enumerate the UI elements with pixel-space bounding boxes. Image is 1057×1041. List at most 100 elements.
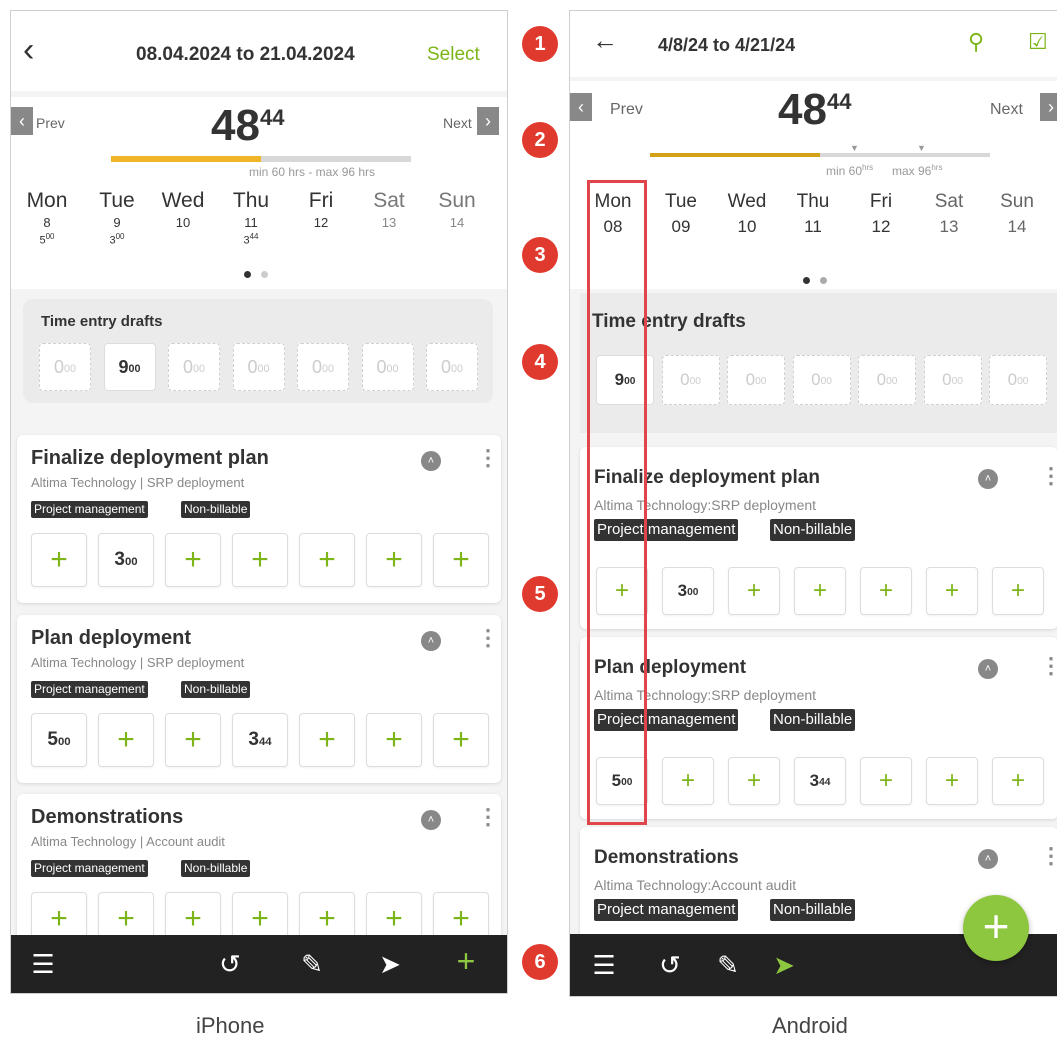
hours-cell[interactable]: 344 (232, 713, 288, 767)
search-icon[interactable]: ⚲ (968, 29, 984, 55)
prev-label[interactable]: Prev (36, 115, 65, 131)
task-card[interactable]: Plan deployment Altima Technology:SRP dep… (580, 637, 1057, 819)
draft-cell[interactable]: 000 (39, 343, 91, 391)
add-hours-button[interactable]: + (992, 567, 1044, 615)
add-fab-button[interactable]: + (963, 895, 1029, 961)
add-hours-button[interactable]: + (992, 757, 1044, 805)
day-column-sat[interactable]: Sat 13 (920, 191, 978, 237)
more-options-icon[interactable]: ⋮ (477, 625, 499, 651)
draft-cell[interactable]: 000 (858, 355, 916, 405)
select-button[interactable]: Select (427, 44, 480, 66)
page-dot-active[interactable] (803, 277, 810, 284)
edit-pencil-icon[interactable]: ✎ (295, 949, 329, 980)
day-column-tue[interactable]: Tue 9 300 (85, 189, 149, 247)
add-hours-button[interactable]: + (728, 567, 780, 615)
next-label[interactable]: Next (990, 101, 1023, 119)
prev-arrow-icon[interactable]: ‹ (11, 107, 33, 135)
add-hours-button[interactable]: + (860, 757, 912, 805)
draft-cell[interactable]: 000 (168, 343, 220, 391)
prev-arrow-icon[interactable]: ‹ (570, 93, 592, 121)
add-hours-button[interactable]: + (728, 757, 780, 805)
collapse-chevron-icon[interactable]: ˄ (421, 631, 441, 651)
collapse-chevron-icon[interactable]: ˄ (978, 849, 998, 869)
menu-icon[interactable]: ☰ (27, 949, 59, 980)
add-hours-button[interactable]: + (98, 713, 154, 767)
more-options-icon[interactable]: ⋮ (1040, 843, 1057, 869)
draft-cell[interactable]: 000 (297, 343, 349, 391)
hours-cell[interactable]: 500 (31, 713, 87, 767)
more-options-icon[interactable]: ⋮ (477, 445, 499, 471)
add-hours-button[interactable]: + (31, 533, 87, 587)
add-hours-button[interactable]: + (926, 567, 978, 615)
draft-cell[interactable]: 900 (103, 343, 156, 391)
page-dot-active[interactable] (244, 271, 251, 278)
task-card[interactable]: Plan deployment Altima Technology | SRP d… (17, 615, 501, 783)
collapse-chevron-icon[interactable]: ˄ (421, 451, 441, 471)
history-icon[interactable]: ↺ (213, 949, 247, 980)
page-dot[interactable] (820, 277, 827, 284)
day-column-wed[interactable]: Wed 10 (718, 191, 776, 237)
add-hours-button[interactable]: + (794, 567, 846, 615)
prev-label[interactable]: Prev (610, 101, 643, 119)
send-icon[interactable]: ➤ (768, 950, 800, 981)
draft-cell[interactable]: 000 (361, 343, 414, 391)
add-hours-button[interactable]: + (926, 757, 978, 805)
task-card[interactable]: Demonstrations Altima Technology | Accoun… (17, 794, 501, 954)
draft-cell[interactable]: 000 (923, 355, 982, 405)
add-hours-button[interactable]: + (662, 757, 714, 805)
draft-minutes: 00 (322, 363, 335, 375)
add-hours-button[interactable]: + (433, 533, 489, 587)
next-arrow-icon[interactable]: › (1040, 93, 1057, 121)
page-dot[interactable] (261, 271, 268, 278)
edit-pencil-icon[interactable]: ✎ (712, 950, 744, 981)
task-card[interactable]: Finalize deployment plan Altima Technolog… (17, 435, 501, 603)
add-hours-button[interactable]: + (860, 567, 912, 615)
day-date: 13 (939, 217, 959, 236)
add-hours-button[interactable]: + (366, 533, 422, 587)
callout-marker-1: 1 (522, 26, 558, 62)
day-column-thu[interactable]: Thu 11 (784, 191, 842, 237)
draft-cell[interactable]: 000 (989, 355, 1047, 405)
day-column-tue[interactable]: Tue 09 (652, 191, 710, 237)
add-hours-button[interactable]: + (433, 713, 489, 767)
history-icon[interactable]: ↺ (654, 950, 686, 981)
more-options-icon[interactable]: ⋮ (1040, 653, 1057, 679)
add-hours-button[interactable]: + (299, 713, 355, 767)
task-card[interactable]: Finalize deployment plan Altima Technolog… (580, 447, 1057, 629)
send-icon[interactable]: ➤ (373, 949, 407, 980)
add-icon[interactable]: + (449, 943, 483, 980)
select-check-icon[interactable]: ☑ (1028, 29, 1048, 55)
add-hours-button[interactable]: + (299, 533, 355, 587)
day-column-thu[interactable]: Thu 11 344 (219, 189, 283, 247)
day-column-fri[interactable]: Fri 12 (852, 191, 910, 237)
hours-cell[interactable]: 300 (662, 567, 714, 615)
back-arrow-icon[interactable]: ‹ (23, 31, 34, 70)
cell-hours: 3 (248, 729, 259, 750)
more-options-icon[interactable]: ⋮ (1040, 463, 1057, 489)
day-column-wed[interactable]: Wed 10 (151, 189, 215, 230)
draft-cell[interactable]: 000 (426, 343, 478, 391)
day-column-sun[interactable]: Sun 14 (425, 189, 489, 230)
day-column-fri[interactable]: Fri 12 (289, 189, 353, 230)
more-options-icon[interactable]: ⋮ (477, 804, 499, 830)
add-hours-button[interactable]: + (232, 533, 288, 587)
next-arrow-icon[interactable]: › (477, 107, 499, 135)
collapse-chevron-icon[interactable]: ˄ (421, 810, 441, 830)
draft-cell[interactable]: 000 (661, 355, 720, 405)
draft-cell[interactable]: 000 (727, 355, 785, 405)
day-column-mon[interactable]: Mon 8 500 (15, 189, 79, 247)
day-column-sat[interactable]: Sat 13 (357, 189, 421, 230)
draft-cell[interactable]: 000 (232, 343, 285, 391)
draft-cell[interactable]: 000 (792, 355, 851, 405)
back-arrow-icon[interactable]: ← (592, 25, 618, 56)
add-hours-button[interactable]: + (165, 533, 221, 587)
collapse-chevron-icon[interactable]: ˄ (978, 469, 998, 489)
hours-cell[interactable]: 300 (98, 533, 154, 587)
hours-cell[interactable]: 344 (794, 757, 846, 805)
next-label[interactable]: Next (443, 115, 472, 131)
collapse-chevron-icon[interactable]: ˄ (978, 659, 998, 679)
add-hours-button[interactable]: + (165, 713, 221, 767)
day-column-sun[interactable]: Sun 14 (988, 191, 1046, 237)
menu-icon[interactable]: ☰ (588, 950, 620, 981)
add-hours-button[interactable]: + (366, 713, 422, 767)
